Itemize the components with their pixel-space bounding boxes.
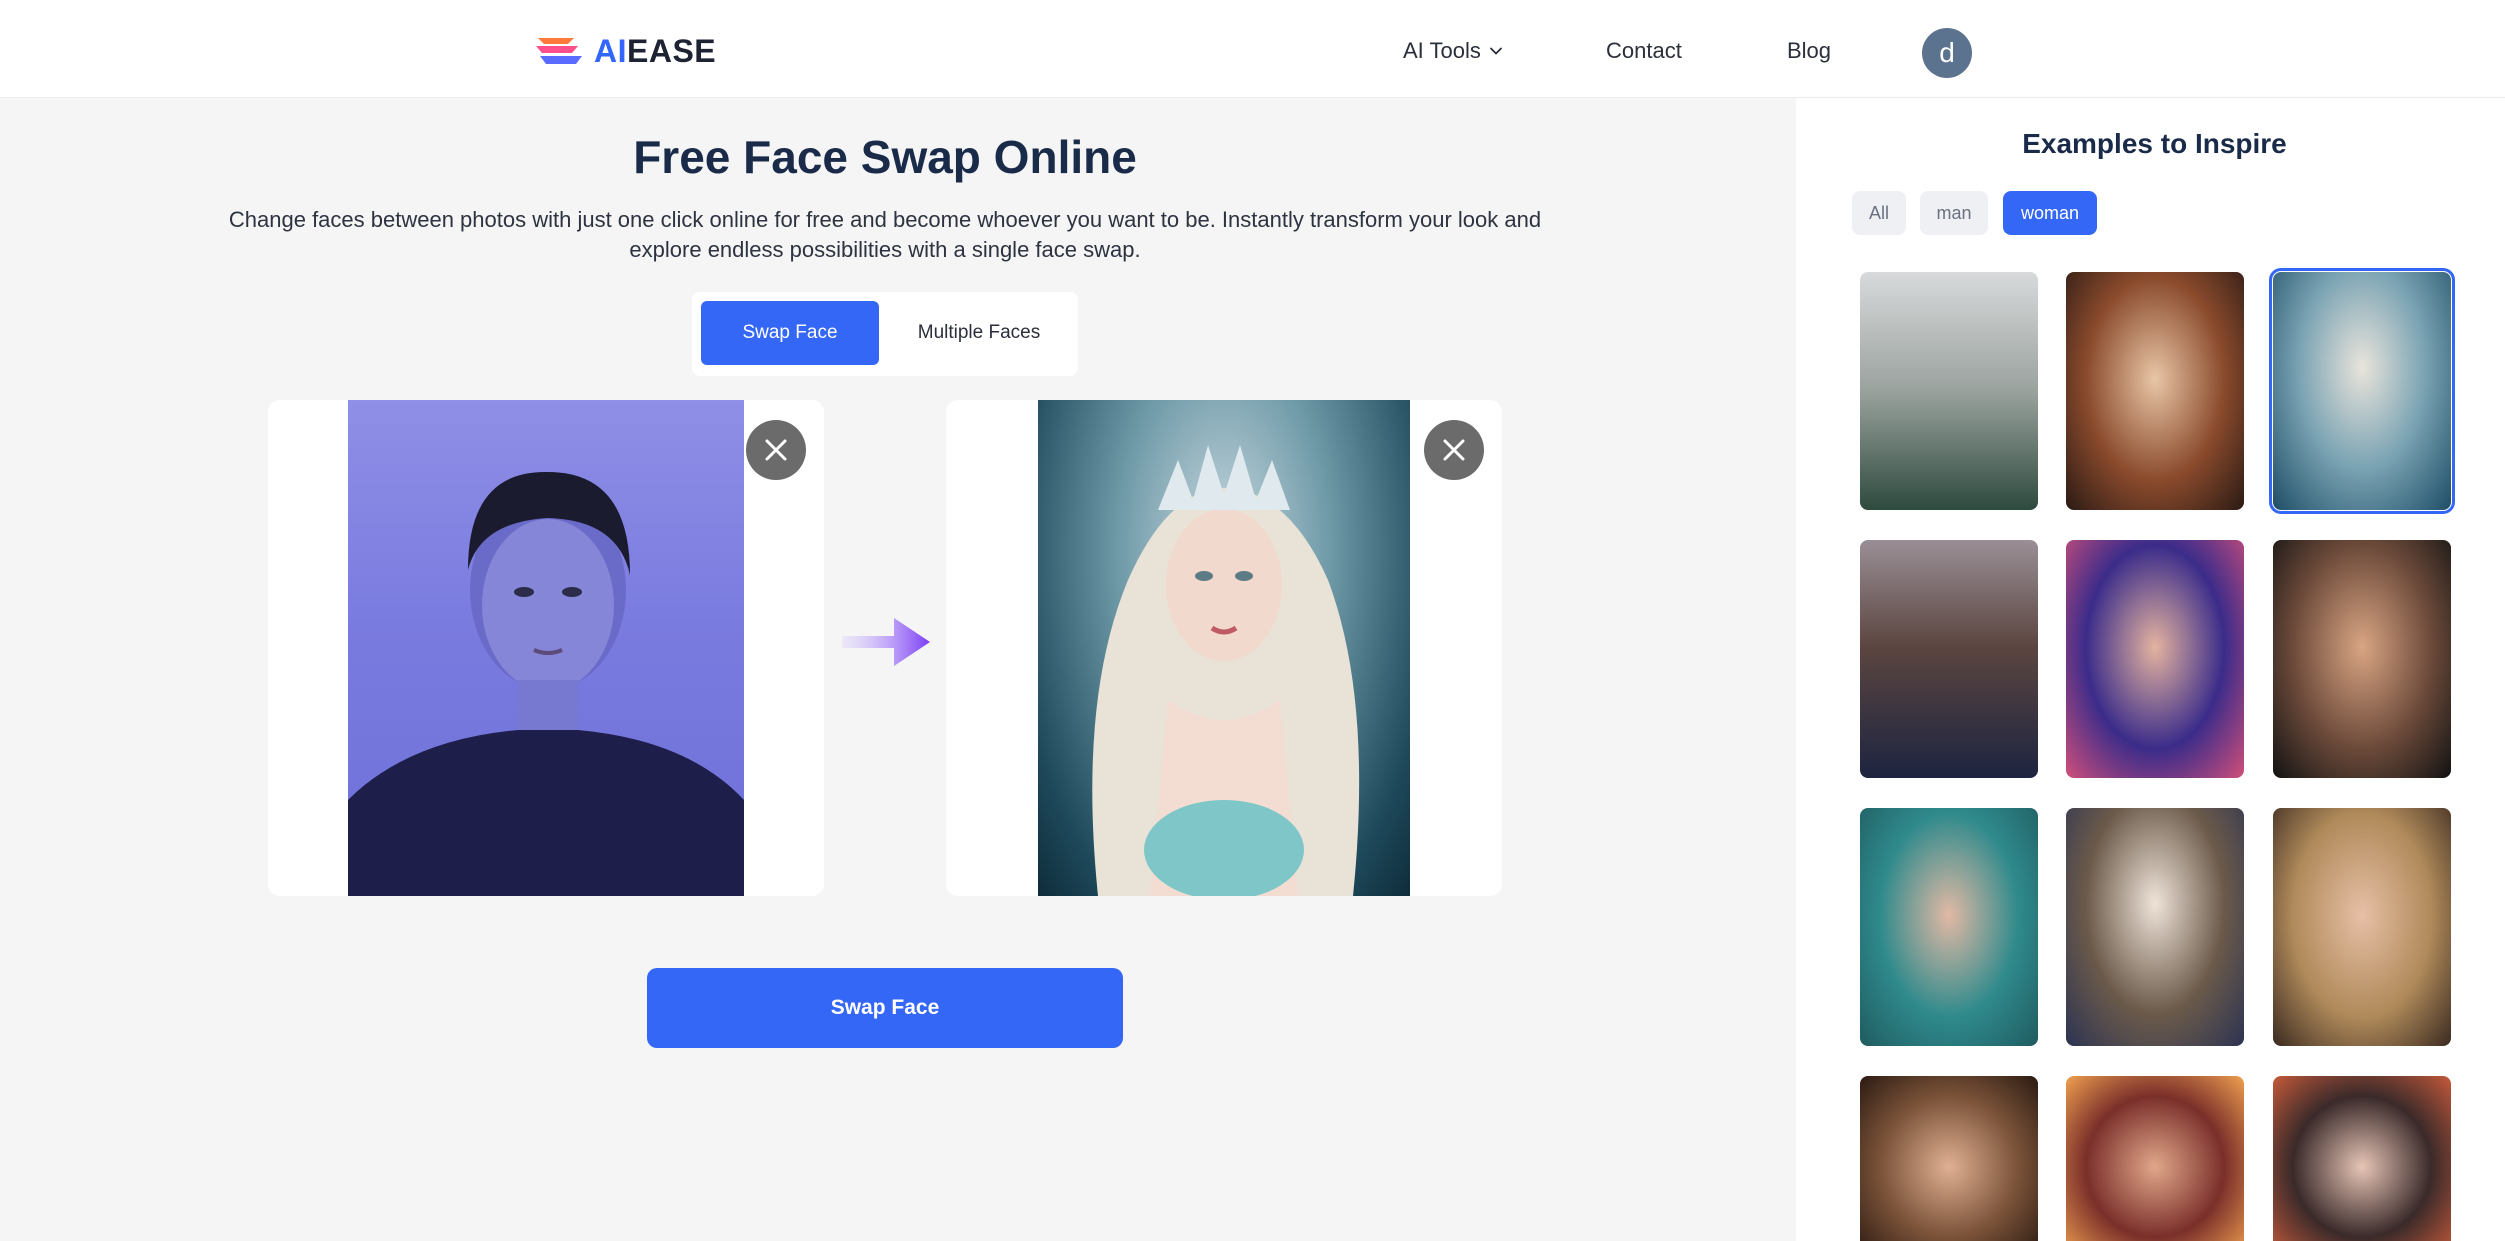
chevron-down-icon [1489, 47, 1502, 55]
filter-woman[interactable]: woman [2003, 191, 2097, 235]
example-thumbnail[interactable] [1860, 808, 2038, 1046]
nav-blog[interactable]: Blog [1787, 38, 1831, 64]
target-photo [1038, 400, 1410, 896]
example-thumbnail[interactable] [2273, 1076, 2451, 1241]
aiease-logo-icon [536, 38, 582, 64]
target-portrait-illustration [1092, 445, 1360, 896]
arrow-right-icon [842, 618, 930, 666]
mode-tabs: Swap Face Multiple Faces [692, 292, 1078, 376]
remove-source-button[interactable] [746, 420, 806, 480]
logo-text-ease: EASE [627, 32, 717, 69]
target-photo-panel[interactable] [946, 400, 1502, 896]
remove-target-button[interactable] [1424, 420, 1484, 480]
example-thumbnail[interactable] [2273, 808, 2451, 1046]
logo-text-ai: AI [594, 32, 627, 69]
source-photo-panel[interactable] [268, 400, 824, 896]
example-thumbnail[interactable] [1860, 1076, 2038, 1241]
nav-ai-tools[interactable]: AI Tools [1403, 38, 1503, 64]
examples-title: Examples to Inspire [2022, 128, 2287, 159]
examples-sidebar: Examples to Inspire All man woman [1796, 98, 2505, 1241]
example-thumbnail[interactable] [2273, 540, 2451, 778]
example-thumbnail[interactable] [2066, 540, 2244, 778]
close-icon [765, 439, 787, 461]
filter-all[interactable]: All [1852, 191, 1906, 235]
page-subtitle: Change faces between photos with just on… [228, 207, 1542, 262]
source-photo [348, 400, 744, 896]
nav-contact[interactable]: Contact [1606, 38, 1682, 64]
example-thumbnail[interactable] [2066, 808, 2244, 1046]
example-thumbnail[interactable] [1860, 540, 2038, 778]
example-thumbnail[interactable] [1860, 272, 2038, 510]
sidebar-scrollbar[interactable] [2498, 98, 2505, 1241]
logo-text: AIEASE [594, 33, 716, 70]
example-thumbnail[interactable] [2066, 272, 2244, 510]
filter-man[interactable]: man [1920, 191, 1988, 235]
nav-ai-tools-label: AI Tools [1403, 38, 1481, 63]
site-header: AIEASE AI Tools Contact Blog d [0, 0, 2505, 98]
tab-multiple-faces[interactable]: Multiple Faces [888, 301, 1070, 365]
example-thumbnail[interactable] [2066, 1076, 2244, 1241]
aiease-logo[interactable]: AIEASE [534, 33, 716, 70]
page-title: Free Face Swap Online [633, 131, 1137, 183]
close-icon [1443, 439, 1465, 461]
swap-face-button[interactable]: Swap Face [647, 968, 1123, 1048]
tab-swap-face[interactable]: Swap Face [701, 301, 879, 365]
user-avatar[interactable]: d [1922, 28, 1972, 78]
source-portrait-illustration [348, 471, 744, 896]
example-thumbnail-selected[interactable] [2269, 268, 2455, 514]
